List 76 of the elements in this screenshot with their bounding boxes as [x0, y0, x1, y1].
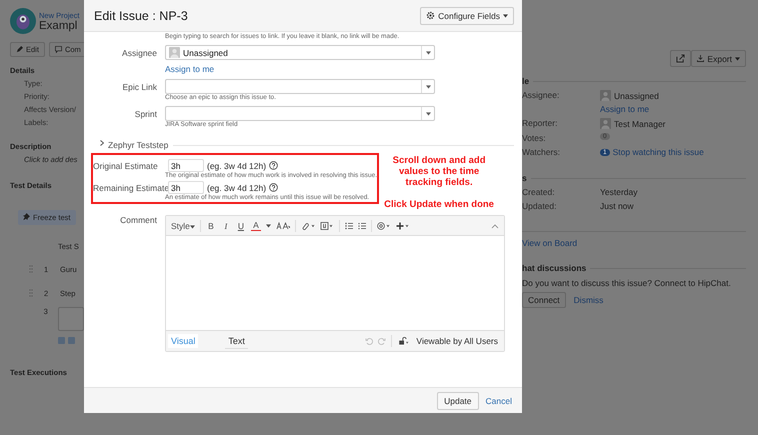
field-label: Assignee:: [522, 90, 560, 102]
field-label: Comment: [119, 215, 158, 225]
caret-icon: [503, 14, 508, 18]
select-field[interactable]: Unassigned: [165, 45, 435, 60]
caret-icon: [426, 84, 430, 88]
mention-icon[interactable]: [376, 222, 391, 230]
speech-bubble-icon: [54, 46, 62, 53]
gear-icon: [426, 11, 436, 20]
pin-icon: [23, 213, 30, 220]
format-button[interactable]: I: [220, 220, 231, 230]
update-button[interactable]: Update: [437, 392, 479, 410]
user-name: Unassigned: [614, 90, 659, 100]
assign-to-me-link[interactable]: Assign to me: [600, 104, 659, 114]
field-label: Created:: [522, 187, 556, 197]
format-button[interactable]: B: [206, 220, 216, 230]
caret-icon: [426, 112, 430, 116]
date-value: Yesterday: [600, 187, 638, 197]
configure-fields-button[interactable]: Configure Fields: [420, 6, 514, 24]
field-label: Updated:: [522, 201, 558, 211]
field-label: Sprint: [134, 108, 158, 118]
share-button[interactable]: [670, 50, 692, 67]
cancel-link[interactable]: Cancel: [486, 396, 512, 406]
chevron-icon: [100, 140, 104, 146]
share-icon: [676, 54, 686, 63]
connect-button[interactable]: Connect: [522, 292, 566, 308]
attachment-icon[interactable]: [320, 222, 334, 230]
assign-to-me-link[interactable]: Assign to me: [165, 64, 214, 74]
pencil-icon: [16, 46, 23, 53]
field-label: Reporter:: [522, 118, 558, 129]
editor-mode-tab[interactable]: Visual: [168, 334, 198, 348]
section-heading: hat discussions: [522, 263, 586, 273]
section-toggle[interactable]: Zephyr Teststep: [100, 140, 168, 150]
user-avatar-icon: [600, 118, 611, 129]
style-menu[interactable]: Style: [171, 220, 195, 230]
section-heading: le: [522, 76, 530, 86]
instruction-note: Click Update when done: [383, 199, 495, 210]
project-avatar-icon: [10, 8, 36, 34]
bullet-list-icon[interactable]: [344, 222, 353, 230]
format-example: (eg. 3w 4d 12h): [207, 160, 266, 170]
collapse-icon[interactable]: [491, 222, 499, 230]
dismiss-link[interactable]: Dismiss: [574, 295, 604, 305]
caret-icon: [190, 224, 195, 228]
field-label: Original Estimate: [93, 160, 159, 170]
editor-mode-tab[interactable]: Text: [225, 334, 248, 348]
field-label: Votes:: [522, 133, 547, 143]
format-button[interactable]: U: [236, 220, 246, 230]
user-name: Test Manager: [614, 118, 666, 128]
field-label: Watchers:: [522, 147, 561, 157]
field-label: Epic Link: [122, 82, 158, 92]
export-button[interactable]: Export: [691, 50, 746, 67]
hipchat-prompt: Do you want to discuss this issue? Connect to HipChat.: [522, 278, 732, 288]
stop-watching-link[interactable]: Stop watching this issue: [612, 147, 704, 157]
instruction-note: Scroll down and add values to the time tracking fields.: [392, 155, 487, 188]
caret-icon: [426, 50, 430, 54]
select-field[interactable]: [165, 106, 435, 121]
estimate-input[interactable]: 3h: [168, 181, 204, 194]
field-label: Assignee: [121, 48, 158, 58]
user-avatar-icon: [169, 47, 180, 58]
date-value: Just now: [600, 201, 634, 211]
text-size-icon[interactable]: [276, 222, 290, 230]
format-button[interactable]: A: [250, 220, 261, 230]
download-icon: [697, 55, 704, 62]
caret-icon[interactable]: [266, 224, 271, 228]
issue-title: Exampl: [39, 20, 78, 32]
caret-icon: [735, 56, 740, 60]
link-icon[interactable]: [300, 222, 315, 230]
visibility-label: Viewable by All Users: [416, 336, 498, 346]
user-avatar-icon: [600, 90, 611, 101]
dialog-title: Edit Issue : NP-3: [94, 8, 188, 22]
estimate-input[interactable]: 3h: [168, 159, 204, 172]
select-field[interactable]: [165, 79, 435, 94]
view-on-board-link[interactable]: View on Board: [522, 238, 746, 248]
format-example: (eg. 3w 4d 12h): [207, 182, 266, 192]
section-heading: s: [522, 173, 527, 183]
step-input-field[interactable]: [58, 307, 84, 331]
insert-more-icon[interactable]: [396, 222, 410, 230]
